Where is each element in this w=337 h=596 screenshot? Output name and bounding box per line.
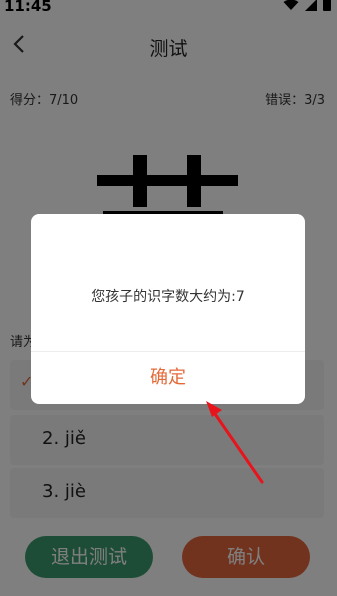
annotation-arrow-icon <box>206 401 264 484</box>
